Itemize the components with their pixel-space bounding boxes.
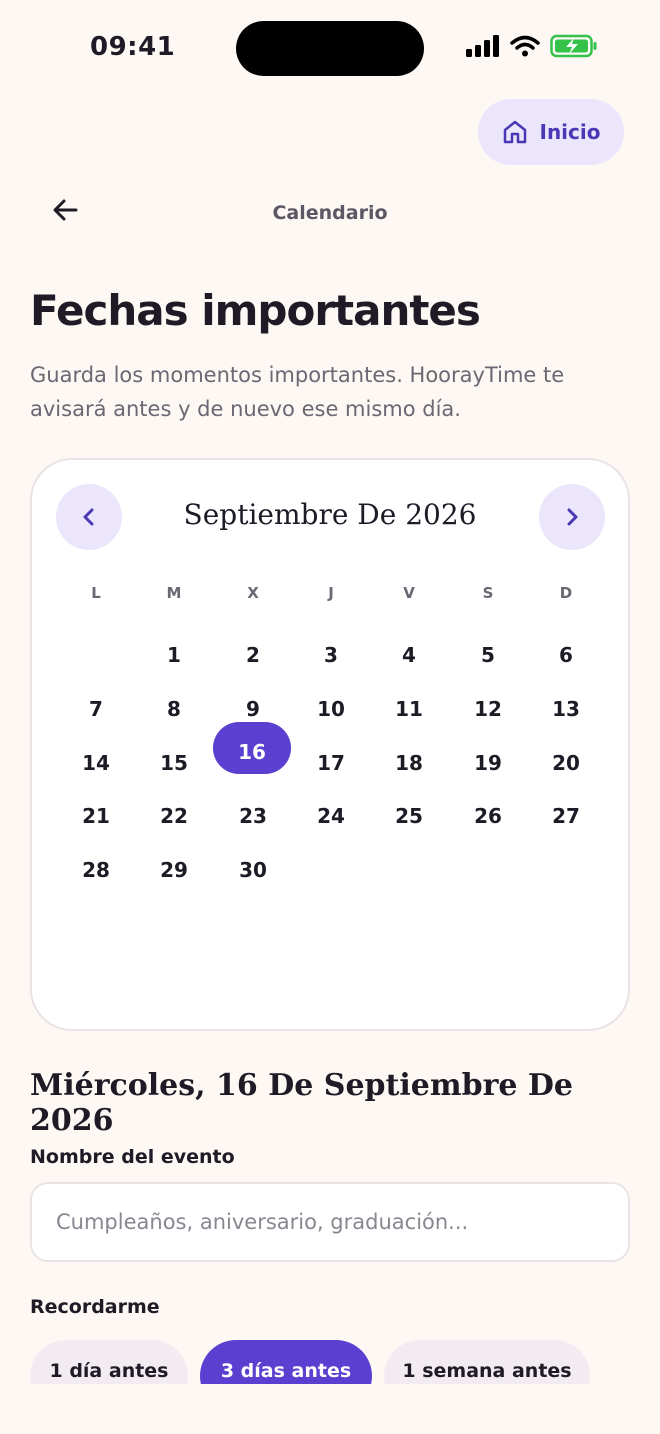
calendar-day[interactable]: 19 xyxy=(449,737,527,789)
calendar-day[interactable]: 7 xyxy=(57,683,135,735)
dynamic-island xyxy=(236,21,424,76)
calendar-day[interactable]: 4 xyxy=(370,629,448,681)
wifi-icon xyxy=(510,35,540,57)
page-subtitle: Guarda los momentos importantes. HoorayT… xyxy=(30,363,565,421)
event-name-label: Nombre del evento xyxy=(30,1146,235,1168)
calendar-day[interactable]: 11 xyxy=(370,683,448,735)
calendar-day[interactable]: 5 xyxy=(449,629,527,681)
calendar-day[interactable]: 12 xyxy=(449,683,527,735)
event-name-input[interactable] xyxy=(30,1182,630,1262)
calendar-day[interactable]: 29 xyxy=(135,844,213,896)
calendar-day[interactable]: 22 xyxy=(135,790,213,842)
calendar-day[interactable]: 27 xyxy=(527,790,605,842)
battery-charging-icon xyxy=(550,34,597,58)
chevron-right-icon xyxy=(567,508,578,526)
calendar-day[interactable]: 18 xyxy=(370,737,448,789)
weekday-label: M xyxy=(166,584,182,602)
calendar-day[interactable]: 28 xyxy=(57,844,135,896)
home-button-label: Inicio xyxy=(539,120,601,144)
weekday-label: L xyxy=(91,584,101,602)
remind-option-1-week[interactable]: 1 semana antes xyxy=(384,1340,590,1384)
calendar-day-selected[interactable]: 16 xyxy=(213,722,291,774)
remind-options: 1 día antes 3 días antes 1 semana antes xyxy=(0,1340,660,1384)
calendar-day[interactable]: 15 xyxy=(135,737,213,789)
remind-option-3-days[interactable]: 3 días antes xyxy=(200,1340,372,1384)
calendar-day[interactable]: 14 xyxy=(57,737,135,789)
nav-title: Calendario xyxy=(272,202,388,224)
remind-option-1-day[interactable]: 1 día antes xyxy=(30,1340,188,1384)
calendar-day[interactable]: 13 xyxy=(527,683,605,735)
signal-icon xyxy=(466,35,499,57)
calendar-day[interactable]: 30 xyxy=(214,844,292,896)
page-title: Fechas importantes xyxy=(30,286,481,335)
status-bar: 09:41 xyxy=(0,0,660,96)
calendar-day[interactable]: 3 xyxy=(292,629,370,681)
calendar-day[interactable]: 20 xyxy=(527,737,605,789)
calendar-day[interactable]: 8 xyxy=(135,683,213,735)
calendar-day[interactable]: 25 xyxy=(370,790,448,842)
calendar-day[interactable]: 17 xyxy=(292,737,370,789)
selected-date-heading: Miércoles, 16 De Septiembre De 2026 xyxy=(30,1068,574,1138)
calendar-day[interactable]: 23 xyxy=(214,790,292,842)
calendar-day[interactable]: 10 xyxy=(292,683,370,735)
status-time: 09:41 xyxy=(90,32,176,62)
weekday-label: V xyxy=(403,584,415,602)
home-icon xyxy=(503,120,526,144)
weekday-label: X xyxy=(247,584,259,602)
next-month-button[interactable] xyxy=(539,484,605,550)
calendar-day[interactable]: 26 xyxy=(449,790,527,842)
status-icons xyxy=(466,34,598,58)
calendar-day[interactable]: 1 xyxy=(135,629,213,681)
weekday-label: S xyxy=(482,584,494,602)
calendar-day[interactable]: 2 xyxy=(214,629,292,681)
calendar-day[interactable]: 6 xyxy=(527,629,605,681)
calendar-day[interactable]: 21 xyxy=(57,790,135,842)
weekday-label: J xyxy=(328,584,334,602)
calendar-card: Septiembre De 2026 L M X J V S D 1 2 3 4… xyxy=(30,458,630,1031)
remind-label: Recordarme xyxy=(30,1296,160,1318)
home-button[interactable]: Inicio xyxy=(478,99,624,165)
weekday-label: D xyxy=(559,584,573,602)
calendar-day[interactable]: 24 xyxy=(292,790,370,842)
